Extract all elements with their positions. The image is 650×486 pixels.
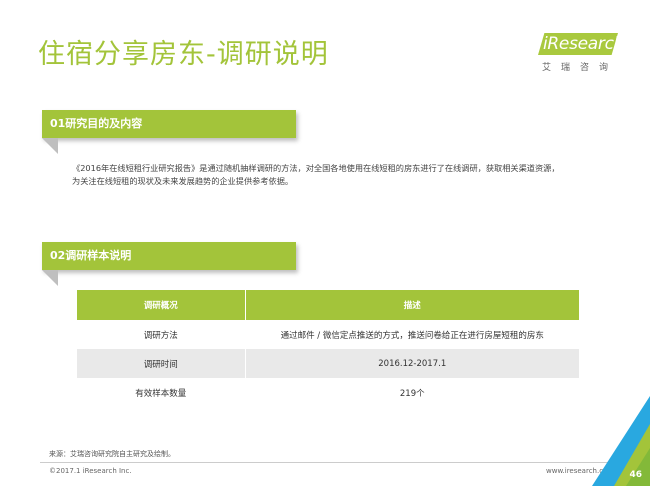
- page-title: 住宿分享房东-调研说明: [38, 39, 329, 70]
- description-line: 《2016年在线短租行业研究报告》是通过随机抽样调研的方法，对全国各地使用在线短…: [72, 163, 560, 173]
- copyright: ©2017.1 iResearch Inc.: [49, 467, 132, 475]
- table-header-row: 调研概况 描述: [77, 290, 579, 320]
- table-cell: 调研方法: [143, 330, 178, 341]
- ribbon-fold: [42, 138, 58, 154]
- page-number: 46: [629, 470, 642, 480]
- column-header: 描述: [244, 290, 579, 320]
- table-cell: 调研时间: [77, 349, 245, 378]
- iresearch-logo: iResearch 艾瑞咨询: [538, 33, 625, 77]
- section-header-sample: 02调研样本说明: [42, 242, 296, 270]
- table-cell: 2016.12-2017.1: [244, 349, 579, 378]
- section-header-purpose: 01研究目的及内容: [42, 110, 296, 138]
- logo-word: iResearch: [543, 34, 625, 54]
- table-cell: 有效样本数量: [135, 388, 187, 399]
- table-row: 有效样本数量 219个: [77, 378, 579, 407]
- footer-divider: [40, 462, 615, 463]
- table-row: 调研方法 通过邮件 / 微信定点推送的方式，推送问卷给正在进行房屋短租的房东: [77, 320, 579, 349]
- table-row: 调研时间 2016.12-2017.1: [77, 349, 579, 378]
- source-note: 来源：艾瑞咨询研究院自主研究及绘制。: [49, 450, 175, 458]
- table-cell: 219个: [244, 378, 579, 407]
- description-line: 为关注在线短租的现状及未来发展趋势的企业提供参考依据。: [72, 176, 294, 186]
- table-cell: 通过邮件 / 微信定点推送的方式，推送问卷给正在进行房屋短租的房东: [244, 320, 579, 349]
- ribbon-fold: [42, 270, 58, 286]
- logo-subtitle: 艾瑞咨询: [542, 63, 619, 73]
- column-header: 调研概况: [77, 290, 245, 320]
- research-description: 《2016年在线短租行业研究报告》是通过随机抽样调研的方法，对全国各地使用在线短…: [72, 162, 612, 188]
- sample-table: 调研概况 描述 调研方法 通过邮件 / 微信定点推送的方式，推送问卷给正在进行房…: [77, 290, 579, 407]
